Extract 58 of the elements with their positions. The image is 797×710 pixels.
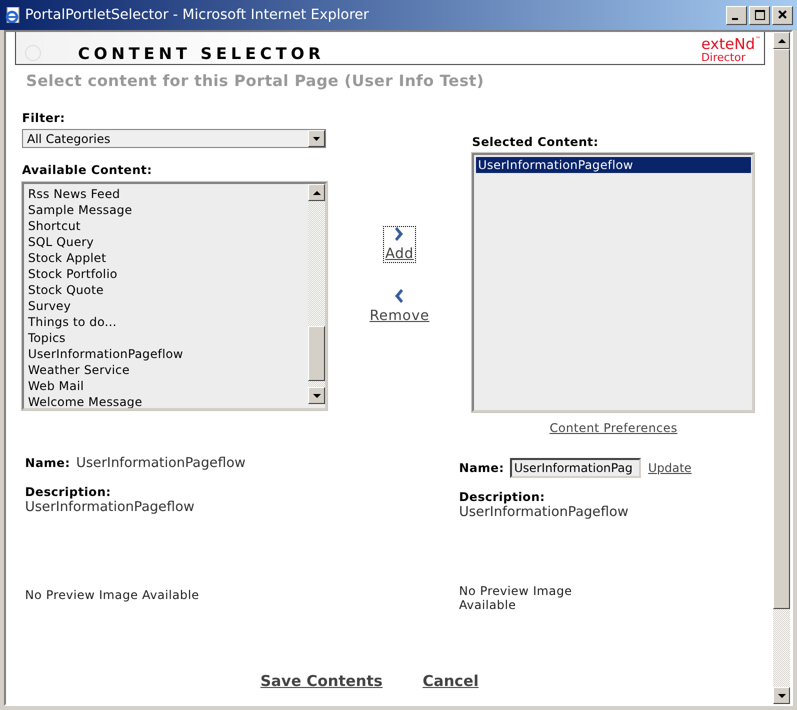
maximize-icon <box>754 10 764 20</box>
list-item[interactable]: UserInformationPageflow <box>26 346 307 362</box>
list-item[interactable]: Stock Portfolio <box>26 266 307 282</box>
description-label: Description: <box>459 490 546 504</box>
list-item[interactable]: Stock Quote <box>26 282 307 298</box>
list-item[interactable]: UserInformationPageflow <box>476 157 751 173</box>
action-link[interactable]: Remove <box>368 289 430 324</box>
scroll-down-button[interactable] <box>308 387 325 404</box>
scroll-thumb[interactable] <box>308 326 325 381</box>
list-item[interactable]: Weather Service <box>26 362 307 378</box>
page-subtitle: Select content for this Portal Page (User Info Test) <box>26 72 485 90</box>
list-label: Selected Content: <box>472 135 600 149</box>
scroll-up-button[interactable] <box>308 184 325 201</box>
update-link[interactable]: Update <box>648 461 692 475</box>
down-arrow-icon <box>312 394 320 398</box>
filter-dropdown[interactable]: All Categories <box>22 129 326 148</box>
list-item[interactable]: Rss News Feed <box>26 186 307 202</box>
scroll-up-button[interactable] <box>773 32 790 49</box>
scroll-thumb[interactable] <box>773 49 790 609</box>
preferences-link[interactable]: Content Preferences <box>472 421 755 435</box>
name-label: Name: <box>25 456 70 470</box>
minimize-icon <box>732 18 738 20</box>
up-arrow-icon <box>778 38 786 42</box>
browser-icon <box>4 7 20 23</box>
dropdown-arrow-icon <box>313 136 320 140</box>
left-chevron-icon <box>395 289 404 303</box>
list-item[interactable]: Topics <box>26 330 307 346</box>
up-arrow-icon <box>312 190 320 194</box>
list-item[interactable]: Sample Message <box>26 202 307 218</box>
description-value: UserInformationPageflow <box>459 504 630 520</box>
name-value: UserInformationPageflow <box>76 455 246 471</box>
list-item[interactable]: Web Mail <box>26 378 307 394</box>
filter-label: Filter: <box>22 111 66 125</box>
minimize-button[interactable] <box>726 6 747 24</box>
list-item[interactable]: Shortcut <box>26 218 307 234</box>
close-icon <box>778 10 788 20</box>
preview-note: No Preview Image Available <box>459 584 574 612</box>
list-item[interactable]: Stock Applet <box>26 250 307 266</box>
scroll-down-button[interactable] <box>773 687 790 704</box>
window-title: PortalPortletSelector - Microsoft Internet Explorer <box>25 7 370 23</box>
action-link[interactable]: Add <box>384 227 415 262</box>
product-logo: exteNd$^{™}$ Director <box>701 34 761 64</box>
list-label: Available Content: <box>22 163 154 177</box>
list-item[interactable]: SQL Query <box>26 234 307 250</box>
description-value: UserInformationPageflow <box>25 499 196 515</box>
list-item[interactable]: Survey <box>26 298 307 314</box>
maximize-button[interactable] <box>749 6 770 24</box>
down-arrow-icon <box>778 694 786 698</box>
preview-note: No Preview Image Available <box>25 588 200 602</box>
close-button[interactable] <box>772 6 793 24</box>
name-label: Name: <box>459 461 504 475</box>
footer-link[interactable]: Save Contents <box>260 672 383 690</box>
name-field[interactable]: UserInformationPag <box>510 458 642 478</box>
description-label: Description: <box>25 485 112 499</box>
right-chevron-icon <box>395 227 404 241</box>
list-item[interactable]: Things to do... <box>26 314 307 330</box>
footer-link[interactable]: Cancel <box>422 672 479 690</box>
page-heading: CONTENT SELECTOR <box>78 44 326 63</box>
